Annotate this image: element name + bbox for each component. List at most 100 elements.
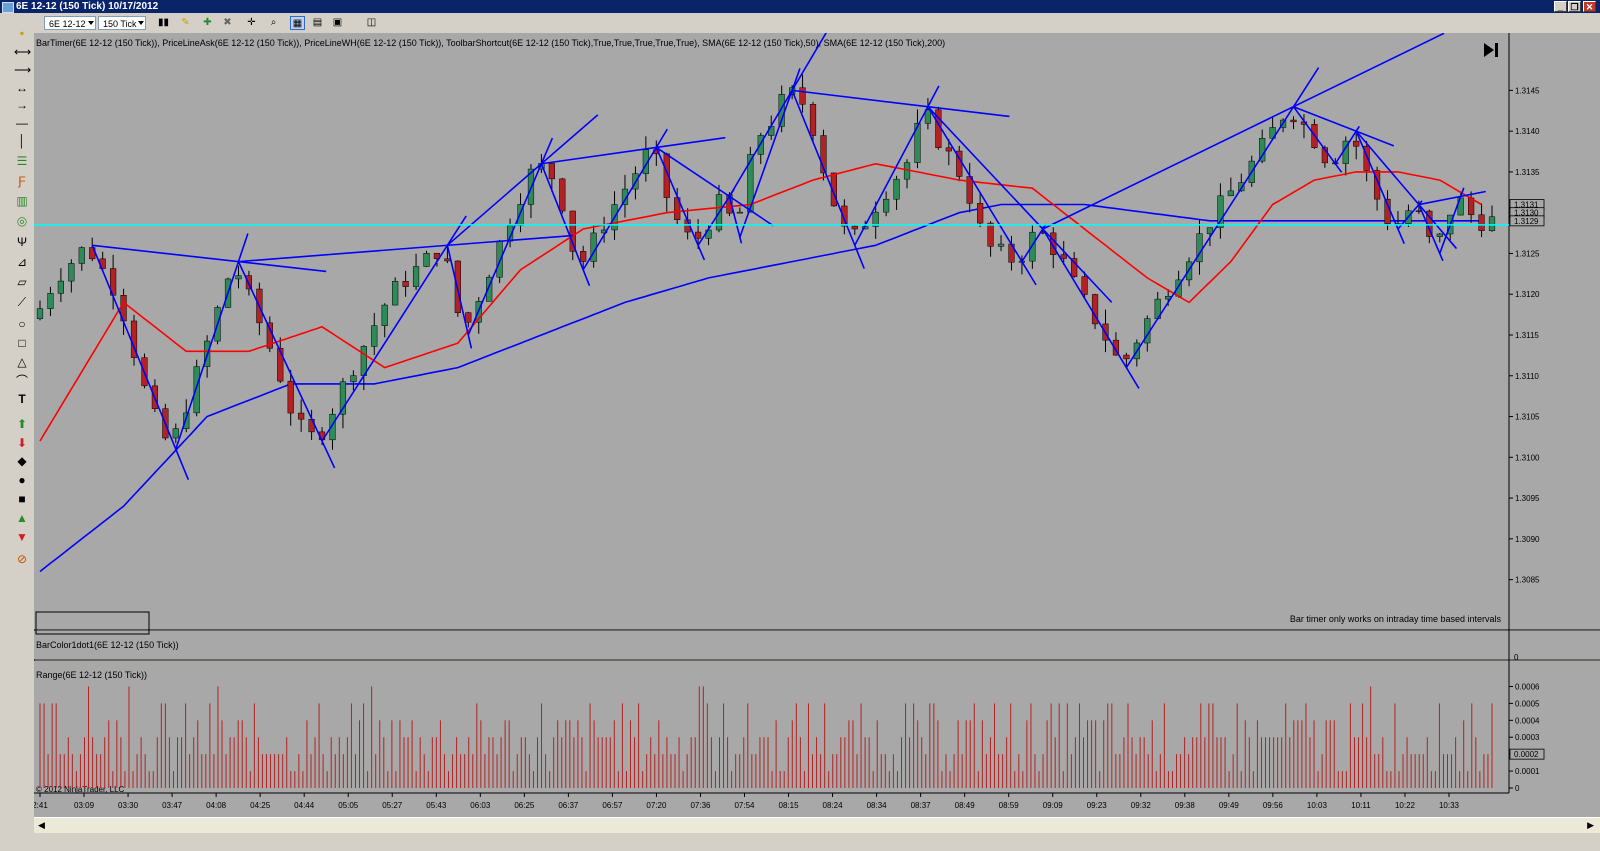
candle-body — [235, 275, 242, 280]
candle-body — [1488, 216, 1496, 231]
chart-style-icon[interactable]: ▦ — [290, 16, 305, 30]
candle-body — [1123, 354, 1130, 360]
candle-body — [68, 263, 75, 282]
line-tool-icon[interactable]: ⟷ — [14, 44, 31, 60]
regression-channel-icon[interactable]: ▱ — [14, 274, 30, 290]
remove-drawings-icon[interactable]: ⊘ — [14, 551, 30, 567]
candle — [956, 145, 963, 182]
ruler-icon[interactable]: ⟋ — [14, 294, 30, 310]
triangle-up-icon[interactable]: ▲ — [14, 510, 30, 526]
fib-time-icon[interactable]: ▥ — [14, 193, 30, 209]
candle-body — [350, 375, 357, 383]
candle-body — [580, 251, 587, 262]
price-tick-label: 1.3095 — [1515, 494, 1540, 503]
range-tick-label: 0.0004 — [1515, 716, 1540, 725]
pencil-icon[interactable]: ✎ — [178, 16, 193, 30]
properties-icon[interactable]: ▤ — [310, 16, 325, 30]
fib-circle-icon[interactable]: ◎ — [14, 213, 30, 229]
scroll-left-icon[interactable]: ◀ — [38, 820, 45, 831]
square-icon[interactable]: ■ — [14, 491, 30, 507]
time-tick-label: 09:32 — [1131, 801, 1152, 810]
candle-body — [799, 87, 806, 105]
candle-body — [1081, 276, 1088, 295]
candle-body — [36, 308, 44, 319]
time-tick-label: 03:30 — [118, 801, 139, 810]
gann-fan-icon[interactable]: ⊿ — [14, 254, 30, 270]
chevron-down-icon — [88, 21, 94, 25]
fibonacci-icon[interactable]: ☰ — [14, 153, 30, 169]
triangle-down-icon[interactable]: ▼ — [14, 529, 30, 545]
diamond-icon[interactable]: ◆ — [14, 453, 30, 469]
barcolor-label: BarColor1dot1(6E 12-12 (150 Tick)) — [36, 640, 179, 650]
zoom-icon[interactable]: ⌕ — [266, 16, 281, 30]
candle-body — [1353, 140, 1360, 147]
pointer-icon[interactable]: ▪ — [14, 25, 30, 41]
time-tick-label: 07:36 — [690, 801, 711, 810]
arc-icon[interactable]: ⌒ — [14, 373, 30, 389]
candle-body — [809, 104, 817, 136]
candle-body — [287, 380, 294, 414]
vertical-line-icon[interactable]: │ — [14, 133, 30, 149]
candle-body — [945, 147, 952, 152]
candle-body — [47, 293, 54, 309]
candle-body — [883, 198, 890, 213]
chevron-down-icon — [138, 21, 144, 25]
crosshair-icon[interactable]: ✛ — [244, 16, 259, 30]
data-box-icon[interactable]: ▣ — [330, 16, 345, 30]
bar-type-icon[interactable]: ▮▮ — [156, 16, 171, 30]
time-tick-label: 10:33 — [1439, 801, 1460, 810]
time-tick-label: 06:25 — [514, 801, 535, 810]
candle-body — [172, 428, 179, 439]
time-tick-label: 08:59 — [999, 801, 1020, 810]
interval-select[interactable]: 150 Tick — [98, 16, 146, 30]
instrument-select[interactable]: 6E 12-12 — [44, 16, 96, 30]
fib-extension-icon[interactable]: Ƒ — [14, 173, 30, 189]
restore-button[interactable]: ❐ — [1568, 1, 1581, 12]
time-tick-label: 08:37 — [911, 801, 932, 810]
time-tick-label: 09:38 — [1175, 801, 1196, 810]
candle-body — [997, 243, 1005, 247]
candle-body — [1060, 254, 1067, 259]
arrow-line-icon[interactable]: → — [14, 97, 30, 113]
price-tick-label: 1.3135 — [1515, 168, 1540, 177]
candle-body — [496, 240, 503, 278]
time-tick-label: 04:08 — [206, 801, 227, 810]
interval-value: 150 Tick — [103, 19, 137, 29]
scroll-right-icon[interactable]: ▶ — [1587, 820, 1594, 831]
candle-body — [371, 325, 378, 347]
time-tick-label: 09:56 — [1263, 801, 1284, 810]
arrow-up-icon[interactable]: ⬆ — [14, 416, 30, 432]
dot-icon[interactable]: ● — [14, 472, 30, 488]
ray-tool-icon[interactable]: ⟶ — [14, 62, 31, 78]
extended-line-icon[interactable]: ↔ — [14, 80, 30, 96]
rectangle-icon[interactable]: □ — [14, 335, 30, 351]
price-tick-label: 1.3140 — [1515, 127, 1540, 136]
minimize-button[interactable]: _ — [1554, 1, 1567, 12]
window-title: 6E 12-12 (150 Tick) 10/17/2012 — [16, 1, 159, 12]
arrow-down-icon[interactable]: ⬇ — [14, 435, 30, 451]
candle-body — [893, 178, 900, 200]
time-tick-label: 08:34 — [867, 801, 888, 810]
drawing-tools-toolbar: ▪ ⟷ ⟶ ↔ → — │ ☰ Ƒ ▥ ◎ Ψ ⊿ ▱ ⟋ ○ □ △ ⌒ T … — [0, 26, 35, 833]
triangle-icon[interactable]: △ — [14, 354, 30, 370]
time-tick-label: 05:05 — [338, 801, 359, 810]
candle-body — [298, 412, 305, 420]
time-tick-label: 10:11 — [1351, 801, 1371, 810]
horizontal-scrollbar[interactable]: ◀ ▶ — [34, 817, 1600, 834]
price-tick-label: 1.3100 — [1515, 453, 1540, 462]
chart-area[interactable]: BarTimer(6E 12-12 (150 Tick)), PriceLine… — [34, 33, 1600, 817]
time-tick-label: 06:57 — [602, 801, 623, 810]
candle-body — [694, 231, 702, 239]
app-icon — [2, 2, 14, 13]
last-price-label: 1.3129 — [1514, 217, 1539, 226]
add-indicator-icon[interactable]: ✚ — [200, 16, 215, 30]
text-icon[interactable]: T — [14, 391, 30, 407]
ellipse-icon[interactable]: ○ — [14, 316, 30, 332]
horizontal-line-icon[interactable]: — — [14, 115, 30, 131]
andrews-pitchfork-icon[interactable]: Ψ — [14, 234, 30, 250]
candle-body — [1290, 119, 1297, 123]
close-button[interactable]: ✕ — [1583, 1, 1596, 12]
time-tick-label: 05:43 — [426, 801, 447, 810]
remove-icon[interactable]: ✖ — [220, 16, 235, 30]
window-linking-icon[interactable]: ◫ — [364, 16, 379, 30]
